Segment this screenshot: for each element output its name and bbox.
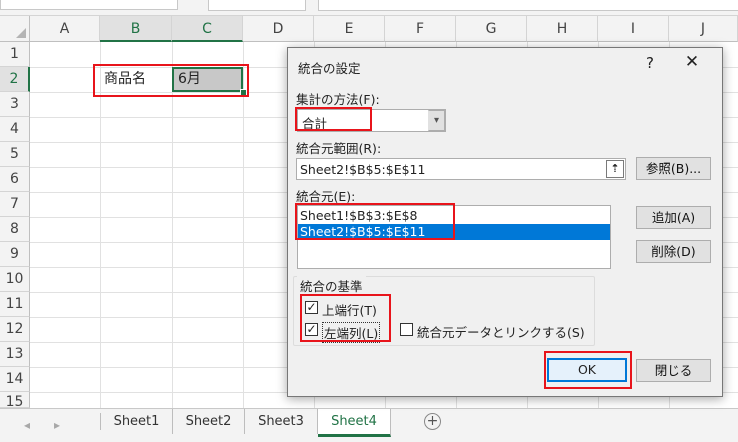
list-item-selected[interactable]: Sheet2!$B$5:$E$11	[298, 224, 610, 240]
tab-sheet3[interactable]: Sheet3	[245, 409, 318, 434]
sheet-tab-bar: ◂ ▸ Sheet1 Sheet2 Sheet3 Sheet4 +	[0, 408, 738, 442]
column-header-b[interactable]: B	[100, 16, 172, 42]
column-header-d[interactable]: D	[243, 16, 314, 42]
column-header-c[interactable]: C	[172, 16, 243, 42]
function-label: 集計の方法(F):	[296, 92, 380, 107]
left-column-checkbox[interactable]: ✓	[305, 323, 318, 336]
tab-sheet2[interactable]: Sheet2	[173, 409, 245, 434]
name-box[interactable]	[0, 0, 178, 10]
top-row-checkbox[interactable]: ✓	[305, 301, 318, 314]
gridline	[172, 42, 173, 408]
row-header-11[interactable]: 11	[0, 292, 30, 317]
collapse-dialog-icon[interactable]: ⇡	[606, 160, 624, 178]
row-header-10[interactable]: 10	[0, 267, 30, 292]
list-item[interactable]: Sheet1!$B$3:$E$8	[298, 208, 610, 224]
row-header-7[interactable]: 7	[0, 192, 30, 217]
row-header-2[interactable]: 2	[0, 67, 30, 92]
consolidate-dialog: 統合の設定 ? ✕ 集計の方法(F): 合計 ▾ 統合元範囲(R): Sheet…	[287, 47, 723, 397]
formula-bar	[0, 0, 738, 16]
row-header-9[interactable]: 9	[0, 242, 30, 267]
chevron-down-icon[interactable]: ▾	[428, 110, 445, 131]
top-row-label[interactable]: 上端行(T)	[322, 300, 377, 319]
row-header-14[interactable]: 14	[0, 367, 30, 392]
close-icon[interactable]: ✕	[681, 52, 703, 72]
column-header-f[interactable]: F	[385, 16, 456, 42]
use-labels-group-label: 統合の基準	[297, 276, 366, 295]
function-select[interactable]: 合計 ▾	[297, 109, 446, 132]
cell-b2[interactable]: 商品名	[100, 67, 172, 92]
row-header-5[interactable]: 5	[0, 142, 30, 167]
reference-value: Sheet2!$B$5:$E$11	[300, 162, 426, 177]
column-header-a[interactable]: A	[30, 16, 100, 42]
all-references-list[interactable]: Sheet1!$B$3:$E$8 Sheet2!$B$5:$E$11	[297, 205, 611, 269]
reference-label: 統合元範囲(R):	[296, 141, 382, 156]
function-value: 合計	[302, 116, 328, 131]
row-header-13[interactable]: 13	[0, 342, 30, 367]
next-sheet-icon[interactable]: ▸	[54, 418, 60, 432]
column-header-e[interactable]: E	[314, 16, 385, 42]
ok-button[interactable]: OK	[547, 358, 627, 382]
browse-button[interactable]: 参照(B)...	[636, 157, 711, 180]
row-header-15[interactable]: 15	[0, 392, 30, 410]
select-all-corner[interactable]	[0, 16, 30, 42]
prev-sheet-icon[interactable]: ◂	[24, 418, 30, 432]
gridline	[243, 42, 244, 408]
link-label[interactable]: 統合元データとリンクする(S)	[417, 322, 585, 341]
all-references-label: 統合元(E):	[296, 189, 356, 204]
close-button[interactable]: 閉じる	[636, 359, 711, 382]
help-icon[interactable]: ?	[640, 54, 660, 72]
dialog-title: 統合の設定	[298, 61, 361, 76]
left-column-label[interactable]: 左端列(L)	[322, 322, 381, 343]
link-checkbox[interactable]	[400, 323, 413, 336]
fill-handle[interactable]	[240, 89, 247, 96]
row-header-12[interactable]: 12	[0, 317, 30, 342]
column-header-j[interactable]: J	[669, 16, 738, 42]
formula-bar-controls	[208, 0, 306, 11]
column-header-i[interactable]: I	[598, 16, 669, 42]
reference-input[interactable]: Sheet2!$B$5:$E$11 ⇡	[296, 158, 626, 180]
gridline	[100, 42, 101, 408]
formula-input[interactable]	[318, 0, 738, 11]
add-sheet-icon[interactable]: +	[424, 413, 441, 430]
column-header-g[interactable]: G	[456, 16, 527, 42]
select-all-icon	[16, 28, 26, 38]
add-button[interactable]: 追加(A)	[636, 206, 711, 229]
check-icon: ✓	[306, 300, 317, 314]
row-header-8[interactable]: 8	[0, 217, 30, 242]
row-header-1[interactable]: 1	[0, 42, 30, 67]
row-header-6[interactable]: 6	[0, 167, 30, 192]
row-header-4[interactable]: 4	[0, 117, 30, 142]
row-header-3[interactable]: 3	[0, 92, 30, 117]
tab-sheet1[interactable]: Sheet1	[101, 409, 173, 434]
delete-button[interactable]: 削除(D)	[636, 240, 711, 263]
check-icon: ✓	[306, 322, 317, 336]
column-header-h[interactable]: H	[527, 16, 598, 42]
cell-c2[interactable]: 6月	[172, 67, 243, 92]
tab-sheet4[interactable]: Sheet4	[318, 409, 391, 437]
